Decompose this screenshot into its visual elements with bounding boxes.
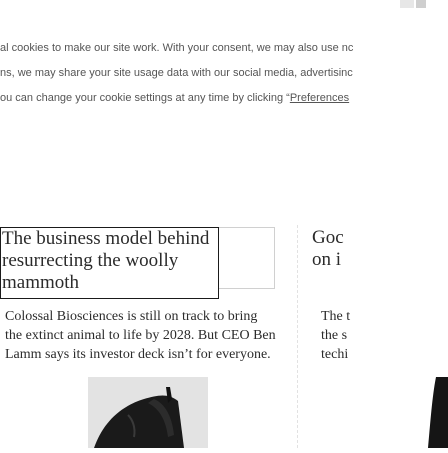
side-story-summary: The t the s techi: [321, 307, 448, 364]
headline-line: Goc: [312, 227, 344, 248]
site-logo[interactable]: [400, 0, 448, 10]
headline-line: on i: [312, 249, 342, 270]
side-story-image: [376, 377, 448, 448]
main-story-headline: The business model behind resurrecting t…: [2, 228, 218, 294]
summary-line: the s: [321, 328, 348, 343]
summary-line: techi: [321, 347, 349, 362]
cookie-notice-line: al cookies to make our site work. With y…: [0, 42, 354, 54]
headline-line: mammoth: [2, 272, 80, 293]
logo-mark-secondary: [416, 0, 426, 8]
summary-line: Colossal Biosciences is still on track t…: [5, 309, 258, 324]
cookie-notice-line: ou can change your cookie settings at an…: [0, 86, 448, 111]
summary-line: Lamm says its investor deck isn’t for ev…: [5, 347, 271, 362]
main-story-thumbnail[interactable]: [88, 377, 208, 448]
summary-line: the extinct animal to life by 2028. But …: [5, 328, 276, 343]
mammoth-illustration: [88, 377, 208, 448]
main-story-headline-link[interactable]: The business model behind resurrecting t…: [0, 227, 219, 299]
main-story-summary: Colossal Biosciences is still on track t…: [5, 307, 290, 364]
headline-line: resurrecting the woolly: [2, 250, 179, 271]
cookie-notice-text: ou can change your cookie settings at an…: [0, 92, 290, 104]
headline-line: The business model behind: [2, 228, 210, 249]
cookie-notice-line: ns, we may share your site usage data wi…: [0, 67, 353, 79]
cookie-preferences-link[interactable]: Preferences: [290, 92, 349, 104]
side-story-headline-link[interactable]: Goc on i: [312, 227, 448, 271]
logo-mark: [400, 0, 414, 8]
side-story-thumbnail[interactable]: [376, 377, 448, 448]
column-divider: [297, 225, 298, 448]
summary-line: The t: [321, 309, 351, 324]
cookie-notice: al cookies to make our site work. With y…: [0, 36, 448, 111]
